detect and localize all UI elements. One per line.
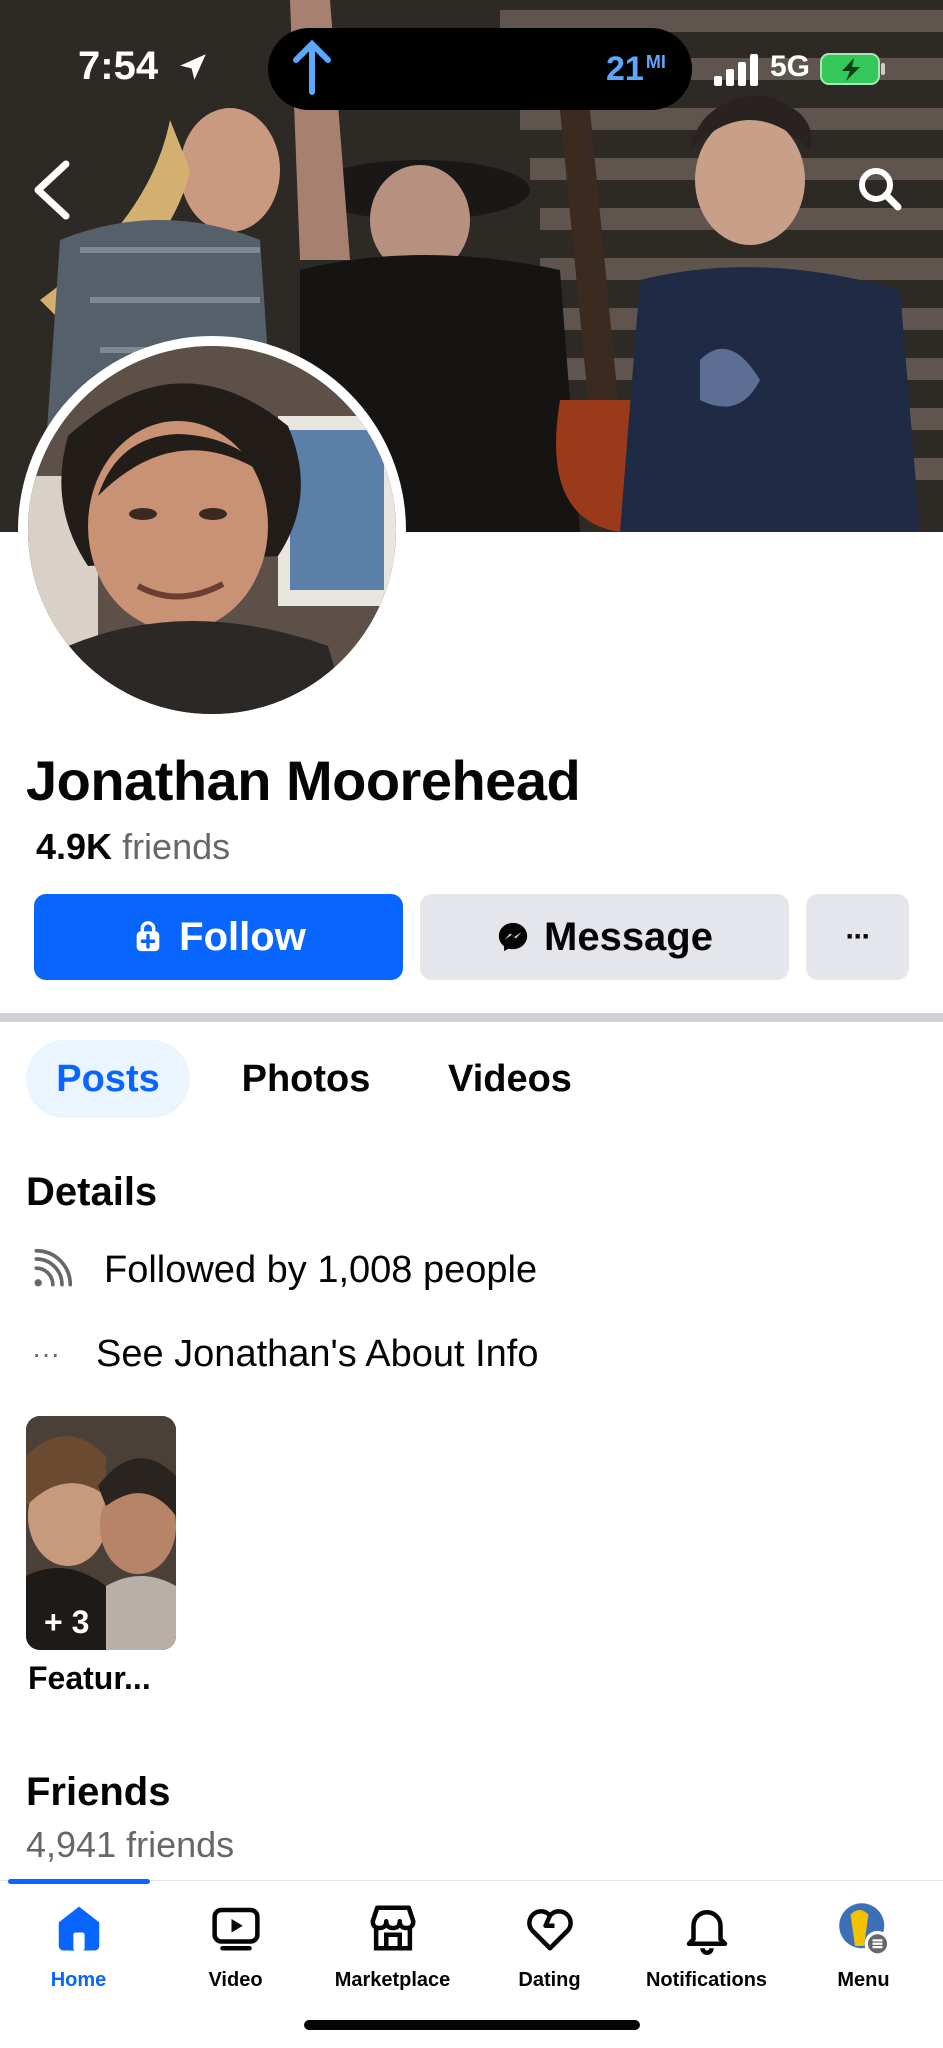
- more-options-button[interactable]: ···: [806, 894, 909, 980]
- nav-home[interactable]: Home: [0, 1901, 157, 2001]
- featured-more-count: + 3: [44, 1604, 90, 1640]
- featured-label: Featur...: [28, 1660, 151, 1696]
- friends-word: friends: [122, 826, 231, 867]
- messenger-icon: [498, 922, 528, 952]
- nav-notifications-label: Notifications: [645, 1969, 768, 1991]
- navigation-distance-unit: MI: [645, 52, 666, 72]
- follow-icon: [136, 921, 160, 952]
- bell-icon: [686, 1910, 727, 1955]
- tab-photos[interactable]: Photos: [226, 1040, 386, 1118]
- more-dots-icon: ···: [32, 1338, 60, 1369]
- more-options-icon: ···: [845, 920, 872, 953]
- message-button[interactable]: Message: [420, 894, 789, 980]
- tab-posts[interactable]: Posts: [26, 1040, 190, 1118]
- about-info-text: See Jonathan's About Info: [96, 1332, 539, 1375]
- home-icon: [58, 1906, 99, 1951]
- friends-count-short: 4.9K: [36, 826, 113, 867]
- marketplace-icon: [370, 1905, 415, 1951]
- search-icon[interactable]: [856, 164, 904, 214]
- rss-feed-icon: [26, 1245, 76, 1295]
- home-indicator[interactable]: [304, 2020, 640, 2030]
- battery-charging-icon: [820, 53, 885, 85]
- details-heading: Details: [26, 1170, 158, 1214]
- followed-by-text: Followed by 1,008 people: [104, 1248, 538, 1291]
- message-label: Message: [544, 914, 713, 959]
- back-chevron-icon[interactable]: [30, 160, 74, 220]
- nav-dating[interactable]: Dating: [471, 1901, 628, 2001]
- network-label: 5G: [770, 50, 811, 83]
- nav-video-label: Video: [208, 1969, 263, 1991]
- nav-dating-label: Dating: [518, 1969, 581, 1991]
- nav-marketplace[interactable]: Marketplace: [314, 1901, 471, 2001]
- menu-avatar-icon: [838, 1903, 890, 1955]
- follow-button[interactable]: Follow: [34, 894, 403, 980]
- nav-menu-label: Menu: [837, 1969, 890, 1991]
- active-tab-indicator: [8, 1879, 150, 1884]
- location-arrow-icon: [180, 54, 206, 80]
- navigation-distance: 21 MI: [606, 50, 666, 89]
- tab-videos[interactable]: Videos: [430, 1040, 590, 1118]
- nav-home-label: Home: [50, 1969, 107, 1991]
- followers-detail: Followed by 1,008 people: [26, 1240, 537, 1300]
- profile-name: Jonathan Moorehead: [26, 749, 581, 812]
- navigation-up-arrow-icon: [293, 40, 331, 95]
- video-icon: [211, 1907, 260, 1951]
- about-info-link[interactable]: ··· See Jonathan's About Info: [26, 1324, 539, 1384]
- nav-notifications[interactable]: Notifications: [628, 1901, 785, 2001]
- status-time: 7:54: [78, 44, 159, 88]
- dating-icon: [526, 1909, 573, 1951]
- navigation-distance-value: 21: [606, 50, 644, 88]
- friends-summary[interactable]: 4.9K friends: [36, 826, 230, 868]
- section-divider: [0, 1013, 943, 1022]
- signal-bars-icon: [714, 54, 758, 86]
- nav-marketplace-label: Marketplace: [334, 1969, 451, 1991]
- profile-picture-image: [28, 346, 396, 714]
- nav-menu[interactable]: Menu: [785, 1901, 942, 2001]
- follow-label: Follow: [179, 914, 306, 959]
- profile-picture[interactable]: [28, 346, 396, 714]
- friends-total-count[interactable]: 4,941 friends: [26, 1824, 234, 1866]
- friends-heading: Friends: [26, 1770, 171, 1814]
- nav-video[interactable]: Video: [157, 1901, 314, 2001]
- status-bar: 7:54 21 MI 5G: [0, 0, 943, 140]
